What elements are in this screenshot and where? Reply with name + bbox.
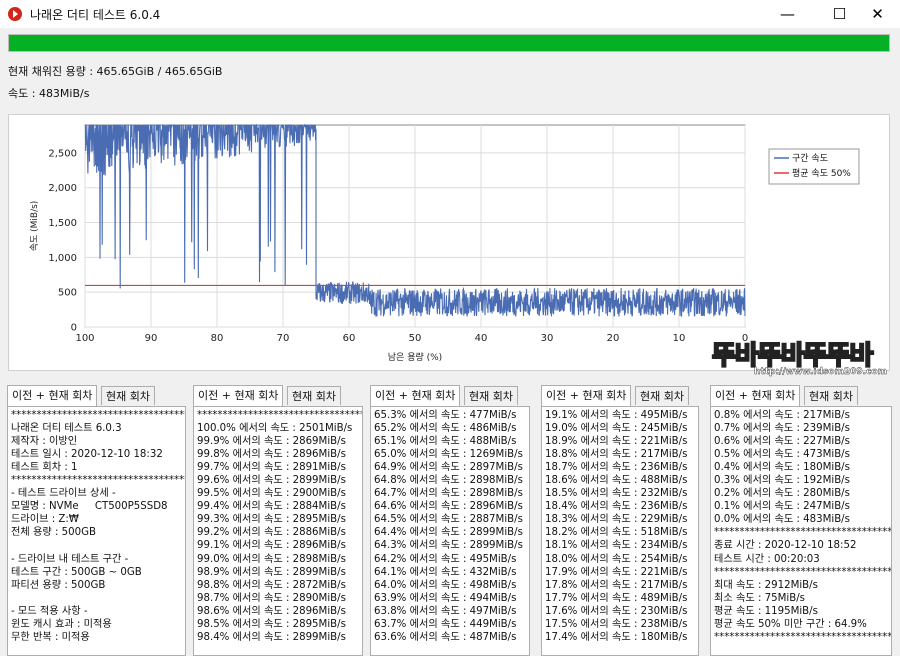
y-tick-label: 0 bbox=[71, 323, 77, 334]
log-box: 65.3% 에서의 속도 : 477MiB/s 65.2% 에서의 속도 : 4… bbox=[370, 406, 530, 656]
x-tick-label: 30 bbox=[541, 333, 554, 344]
tab-combined[interactable]: 이전 + 현재 회차 bbox=[370, 385, 461, 406]
log-panel-4: 이전 + 현재 회차 현재 회차 19.1% 에서의 속도 : 495MiB/s… bbox=[541, 376, 699, 656]
y-tick-label: 1,000 bbox=[48, 253, 77, 264]
x-tick-label: 60 bbox=[343, 333, 356, 344]
x-tick-label: 70 bbox=[277, 333, 290, 344]
y-axis-label: 속도 (MiB/s) bbox=[29, 201, 40, 252]
x-tick-label: 90 bbox=[145, 333, 158, 344]
log-text: 65.3% 에서의 속도 : 477MiB/s 65.2% 에서의 속도 : 4… bbox=[374, 410, 523, 643]
log-text: 19.1% 에서의 속도 : 495MiB/s 19.0% 에서의 속도 : 2… bbox=[545, 410, 688, 643]
speed-chart-svg: 100 90 80 70 60 50 40 30 20 10 005001,0001,5002,00… bbox=[29, 123, 860, 363]
tab-current[interactable]: 현재 회차 bbox=[635, 386, 689, 405]
x-axis-label: 남은 용량 (%) bbox=[388, 351, 442, 363]
tab-combined[interactable]: 이전 + 현재 회차 bbox=[7, 385, 98, 406]
log-panel-5: 이전 + 현재 회차 현재 회차 0.8% 에서의 속도 : 217MiB/s … bbox=[710, 376, 892, 656]
filled-capacity-text: 현재 채워진 용량 : 465.65GiB / 465.65GiB bbox=[8, 65, 223, 78]
y-tick-label: 2,000 bbox=[48, 183, 77, 194]
chart-legend: 구간 속도 평균 속도 50% bbox=[768, 148, 860, 185]
x-tick-label: 50 bbox=[409, 333, 422, 344]
speed-chart: 100 90 80 70 60 50 40 30 20 10 0 0 500 1,000 1,500 2,00… bbox=[8, 114, 890, 371]
legend-average-speed: 평균 속도 50% bbox=[792, 168, 851, 179]
x-tick-label: 20 bbox=[607, 333, 620, 344]
close-button[interactable]: ✕ bbox=[855, 0, 900, 28]
log-panel-2: 이전 + 현재 회차 현재 회차 ***********************… bbox=[193, 376, 363, 656]
x-tick-label: 10 bbox=[673, 333, 686, 344]
tab-combined[interactable]: 이전 + 현재 회차 bbox=[710, 385, 801, 406]
x-tick-label: 100 bbox=[75, 333, 94, 344]
x-tick-label: 40 bbox=[475, 333, 488, 344]
x-tick-label: 0 bbox=[742, 333, 748, 344]
legend-interval-speed: 구간 속도 bbox=[792, 153, 828, 164]
log-panel-3: 이전 + 현재 회차 현재 회차 65.3% 에서의 속도 : 477MiB/s… bbox=[370, 376, 530, 656]
tab-combined[interactable]: 이전 + 현재 회차 bbox=[541, 385, 632, 406]
log-panel-1: 이전 + 현재 회차 현재 회차 ***********************… bbox=[7, 376, 186, 656]
progress-fill bbox=[9, 35, 889, 51]
window-title: 나래온 더티 테스트 6.0.4 bbox=[30, 8, 161, 22]
tab-current[interactable]: 현재 회차 bbox=[464, 386, 518, 405]
log-box: ****************************************… bbox=[7, 406, 186, 656]
log-box: 19.1% 에서의 속도 : 495MiB/s 19.0% 에서의 속도 : 2… bbox=[541, 406, 699, 656]
log-box: 0.8% 에서의 속도 : 217MiB/s 0.7% 에서의 속도 : 239… bbox=[710, 406, 892, 656]
tab-current[interactable]: 현재 회차 bbox=[804, 386, 858, 405]
current-speed-text: 속도 : 483MiB/s bbox=[8, 87, 90, 100]
log-text: ****************************************… bbox=[197, 410, 362, 643]
fill-progress-bar bbox=[8, 34, 890, 52]
app-icon bbox=[8, 7, 22, 21]
log-text: 0.8% 에서의 속도 : 217MiB/s 0.7% 에서의 속도 : 239… bbox=[714, 410, 892, 643]
minimize-button[interactable]: — bbox=[765, 0, 810, 28]
y-tick-label: 1,500 bbox=[48, 218, 77, 229]
x-tick-label: 80 bbox=[211, 333, 224, 344]
tab-combined[interactable]: 이전 + 현재 회차 bbox=[193, 385, 284, 406]
tab-current[interactable]: 현재 회차 bbox=[101, 386, 155, 405]
y-tick-label: 2,500 bbox=[48, 148, 77, 159]
log-text: ****************************************… bbox=[11, 410, 185, 643]
tab-current[interactable]: 현재 회차 bbox=[287, 386, 341, 405]
y-tick-label: 500 bbox=[58, 288, 77, 299]
title-bar: 나래온 더티 테스트 6.0.4 — ☐ ✕ bbox=[0, 0, 900, 28]
log-box: ****************************************… bbox=[193, 406, 363, 656]
